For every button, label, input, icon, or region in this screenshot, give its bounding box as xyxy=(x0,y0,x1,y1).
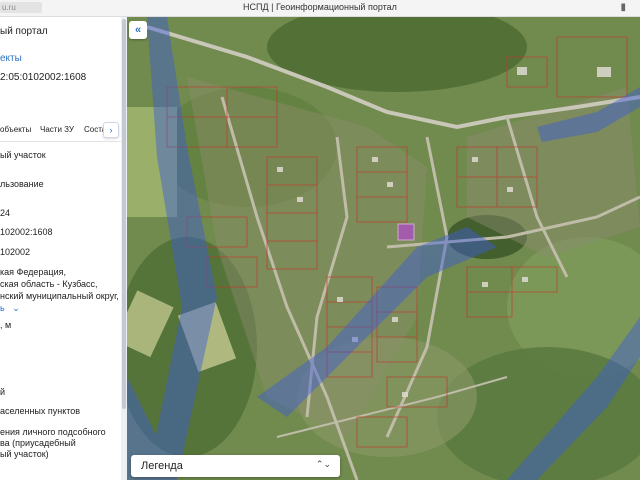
collapse-panel-icon[interactable]: « xyxy=(129,21,147,39)
date-value: 24 xyxy=(0,208,11,218)
address-expand[interactable]: ь ⌄ xyxy=(0,303,20,314)
permitted-use-line-1: ения личного подсобного xyxy=(0,427,106,437)
address-expand-label: ь xyxy=(0,303,5,313)
address-line-3: нский муниципальный округ, xyxy=(0,291,119,301)
legend-label: Легенда xyxy=(141,460,183,472)
browser-titlebar: u.ru НСПД | Геоинформационный портал ▮ xyxy=(0,0,640,17)
land-category-value: аселенных пунктов xyxy=(0,406,81,416)
object-info-panel: ый портал екты 2:05:0102002:1608 объекты… xyxy=(0,17,121,480)
cad-quarter-value: 102002 xyxy=(0,247,31,257)
permitted-use-line-2: ва (приусадебный xyxy=(0,438,76,448)
objects-link[interactable]: екты xyxy=(0,53,22,64)
status-value: й xyxy=(0,387,6,397)
portal-name: ый портал xyxy=(0,26,48,37)
object-type-value: ый участок xyxy=(0,150,46,160)
chevron-down-icon: ⌄ xyxy=(12,303,20,313)
tabs-next-icon[interactable]: › xyxy=(103,122,119,138)
window-title: НСПД | Геоинформационный портал xyxy=(243,2,397,12)
bookmark-icon[interactable]: ▮ xyxy=(620,2,626,13)
cad-number-value: 102002:1608 xyxy=(0,227,53,237)
address-line-1: кая Федерация, xyxy=(0,267,66,277)
legend-dropdown[interactable]: Легенда ⌃⌄ xyxy=(131,455,340,477)
tab-objects[interactable]: объекты xyxy=(0,125,31,134)
scrollbar-thumb[interactable] xyxy=(122,19,126,409)
permitted-use-line-3: ый участок) xyxy=(0,449,49,459)
cadastral-number: 2:05:0102002:1608 xyxy=(0,72,87,83)
panel-tabs: объекты Части ЗУ Состав › xyxy=(0,119,121,142)
map-canvas[interactable] xyxy=(127,17,640,480)
tab-parts[interactable]: Части ЗУ xyxy=(40,125,74,134)
usage-type-value: льзование xyxy=(0,179,44,189)
legend-toggle-icon: ⌃⌄ xyxy=(315,459,331,469)
area-unit: , м xyxy=(0,320,12,330)
satellite-imagery xyxy=(127,17,640,480)
address-line-2: ская область - Кузбасс, xyxy=(0,279,98,289)
